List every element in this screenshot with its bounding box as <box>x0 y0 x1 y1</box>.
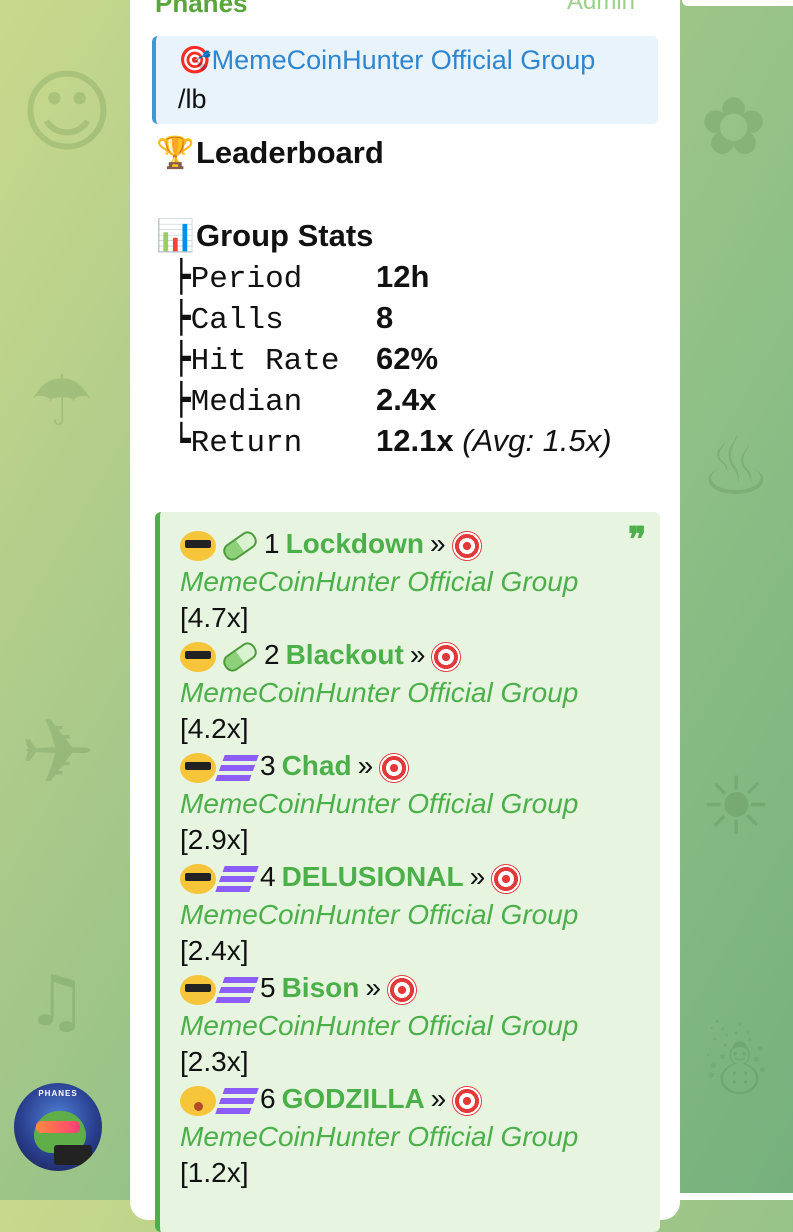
entry-group-link[interactable]: MemeCoinHunter Official Group <box>180 566 578 597</box>
group-stats-heading: 📊Group Stats <box>156 217 373 254</box>
stat-value: 8 <box>376 300 394 335</box>
avatar-label: PHANES <box>38 1089 78 1098</box>
reply-title: 🎯MemeCoinHunter Official Group <box>178 44 595 76</box>
stat-label: ┝Period <box>172 262 359 297</box>
entry-multiplier: [1.2x] <box>180 1157 249 1188</box>
entry-multiplier: [2.3x] <box>180 1046 249 1077</box>
entry-name[interactable]: Blackout <box>286 639 404 670</box>
leaderboard-entry: 3 Chad» MemeCoinHunter Official Group [2.… <box>180 750 650 858</box>
entry-rank: 4 <box>260 861 276 892</box>
entry-rank: 5 <box>260 972 276 1003</box>
admin-badge: Admin <box>567 0 636 15</box>
entry-rank: 1 <box>264 528 280 559</box>
target-icon <box>379 752 410 783</box>
entry-separator: » <box>430 528 446 559</box>
leaderboard-entry: 2 Blackout» MemeCoinHunter Official Group… <box>180 638 650 747</box>
sender-avatar[interactable]: PHANES <box>14 1083 102 1171</box>
stat-label: ┕Return <box>172 426 359 461</box>
entry-rank: 2 <box>264 639 280 670</box>
entry-group-link[interactable]: MemeCoinHunter Official Group <box>180 1121 578 1152</box>
leaderboard-entry: 1 Lockdown» MemeCoinHunter Official Group… <box>180 527 650 636</box>
solana-icon <box>215 754 259 781</box>
reply-preview[interactable]: 🎯MemeCoinHunter Official Group /lb <box>152 36 658 124</box>
leaderboard-title: Leaderboard <box>196 135 384 170</box>
leaderboard-entry: 5 Bison» MemeCoinHunter Official Group [2… <box>180 972 650 1080</box>
entry-separator: » <box>430 1083 447 1114</box>
target-icon <box>451 530 482 561</box>
background-doodle-icon: ✿ <box>700 80 768 173</box>
sunglasses-face-icon <box>180 530 216 561</box>
leaderboard-heading: 🏆Leaderboard <box>156 134 384 171</box>
trophy-icon: 🏆 <box>156 135 195 171</box>
background-doodle-icon: ☃ <box>700 1020 772 1113</box>
background-doodle-icon: ☺ <box>20 60 114 165</box>
reply-title-text: MemeCoinHunter Official Group <box>211 45 596 75</box>
sunglasses-face-icon <box>180 863 216 894</box>
target-icon: 🎯 <box>178 45 212 75</box>
entry-multiplier: [2.4x] <box>180 935 249 966</box>
entry-multiplier: [4.7x] <box>180 602 249 633</box>
stat-value: 62% <box>376 341 439 376</box>
entry-separator: » <box>357 750 374 781</box>
entry-name[interactable]: Lockdown <box>286 528 424 559</box>
entry-separator: » <box>469 861 486 892</box>
entry-multiplier: [4.2x] <box>180 713 249 744</box>
stat-value: 12.1x (Avg: 1.5x) <box>376 423 612 458</box>
background-doodle-icon: ☂ <box>30 360 93 442</box>
background-doodle-icon: ♫ <box>25 960 88 1042</box>
stat-label: ┝Median <box>172 385 359 420</box>
entry-name[interactable]: DELUSIONAL <box>282 861 464 892</box>
target-icon <box>386 974 417 1005</box>
entry-group-link[interactable]: MemeCoinHunter Official Group <box>180 677 578 708</box>
reply-text: /lb <box>178 84 207 114</box>
background-doodle-icon: ☀ <box>700 760 772 853</box>
solana-icon <box>215 976 259 1003</box>
stat-label: ┝Calls <box>172 303 359 338</box>
leaderboard-entry: 4 DELUSIONAL» MemeCoinHunter Official Gro… <box>180 861 650 969</box>
entry-separator: » <box>409 639 426 670</box>
entry-group-link[interactable]: MemeCoinHunter Official Group <box>180 899 578 930</box>
sunglasses-face-icon <box>180 641 216 672</box>
entry-name[interactable]: Chad <box>282 750 352 781</box>
leaderboard-entry: 6 GODZILLA» MemeCoinHunter Official Group… <box>180 1083 650 1191</box>
laptop-icon <box>54 1145 92 1165</box>
previous-message-edge <box>682 0 793 6</box>
background-doodle-icon: ♨ <box>700 420 772 513</box>
group-stats-title: Group Stats <box>196 218 374 253</box>
entry-rank: 6 <box>260 1083 276 1114</box>
pill-icon <box>220 638 260 675</box>
background-doodle-icon: ✈ <box>20 700 96 805</box>
bar-chart-icon: 📊 <box>156 218 195 254</box>
entry-name[interactable]: Bison <box>282 972 360 1003</box>
stat-value: 2.4x <box>376 382 437 417</box>
entry-multiplier: [2.9x] <box>180 824 249 855</box>
solana-icon <box>215 865 259 892</box>
leaderboard-quote: ❞ 1 Lockdown» MemeCoinHunter Official Gro… <box>155 512 660 1232</box>
sunglasses-face-icon <box>180 974 216 1005</box>
stat-value: 12h <box>376 259 430 294</box>
sender-name[interactable]: Phanes <box>155 0 248 19</box>
entry-rank: 3 <box>260 750 276 781</box>
entry-separator: » <box>365 972 381 1003</box>
sunglasses-icon <box>36 1121 80 1133</box>
yawning-face-icon <box>180 1085 216 1116</box>
stat-label: ┝Hit Rate <box>172 344 359 379</box>
entry-group-link[interactable]: MemeCoinHunter Official Group <box>180 788 578 819</box>
pill-icon <box>220 527 260 564</box>
solana-icon <box>215 1087 259 1114</box>
entry-group-link[interactable]: MemeCoinHunter Official Group <box>180 1010 578 1041</box>
sunglasses-face-icon <box>180 752 216 783</box>
target-icon <box>491 863 522 894</box>
target-icon <box>452 1085 483 1116</box>
target-icon <box>431 641 462 672</box>
entry-name[interactable]: GODZILLA <box>282 1083 425 1114</box>
